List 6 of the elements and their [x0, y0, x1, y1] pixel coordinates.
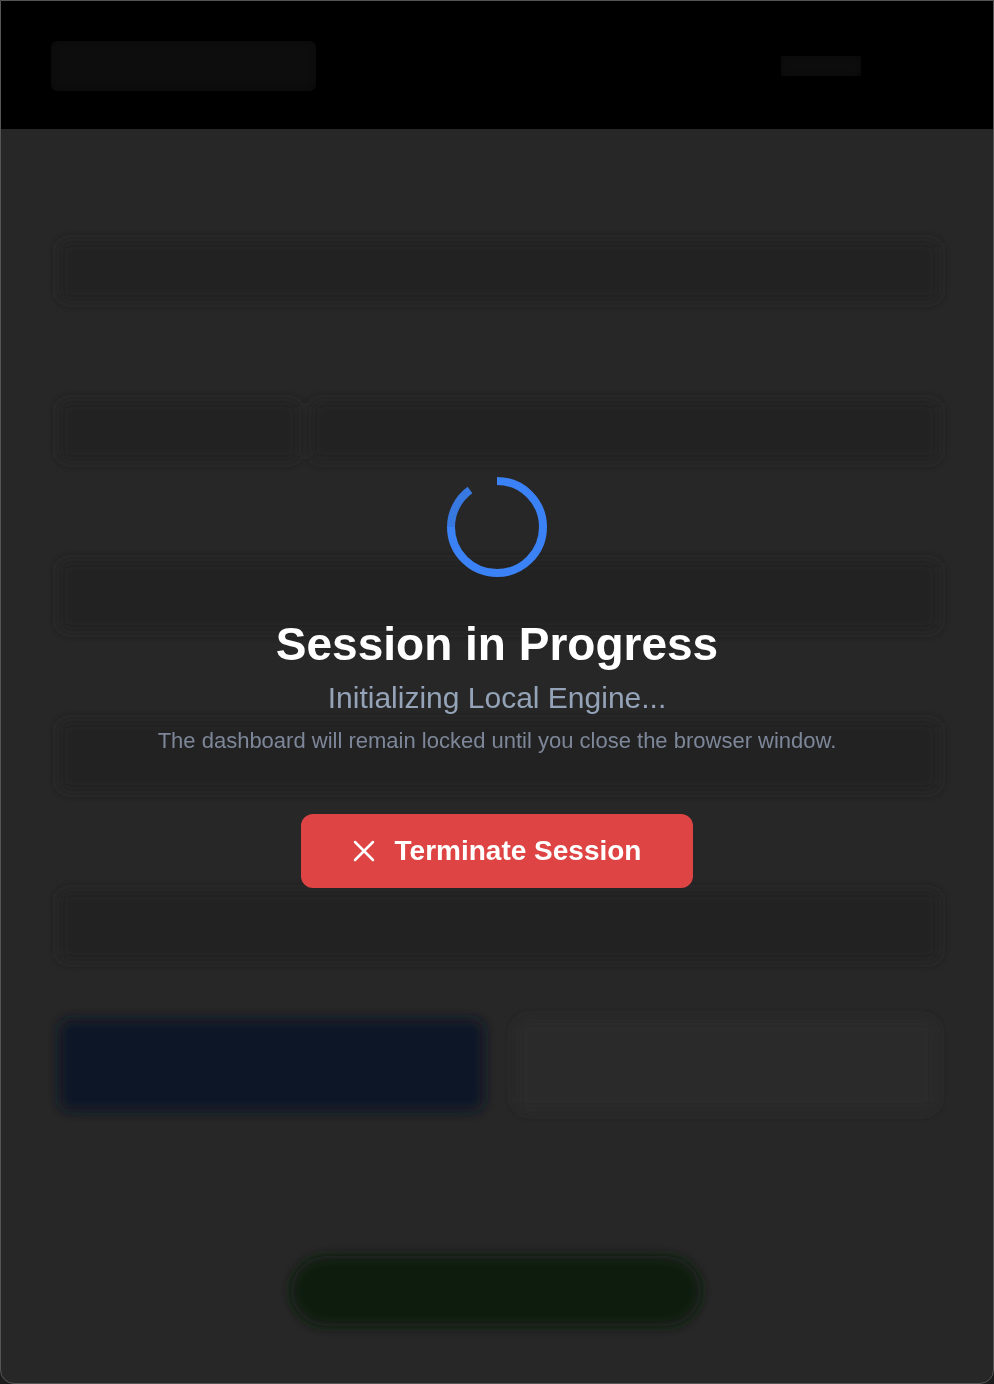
overlay-title: Session in Progress	[275, 617, 719, 672]
status-text: Initializing Local Engine...	[327, 680, 667, 716]
close-icon	[352, 840, 375, 862]
terminate-session-button[interactable]: Terminate Session	[301, 814, 693, 888]
loading-spinner-icon	[446, 476, 548, 578]
lock-message: The dashboard will remain locked until you close the browser window.	[157, 727, 837, 755]
